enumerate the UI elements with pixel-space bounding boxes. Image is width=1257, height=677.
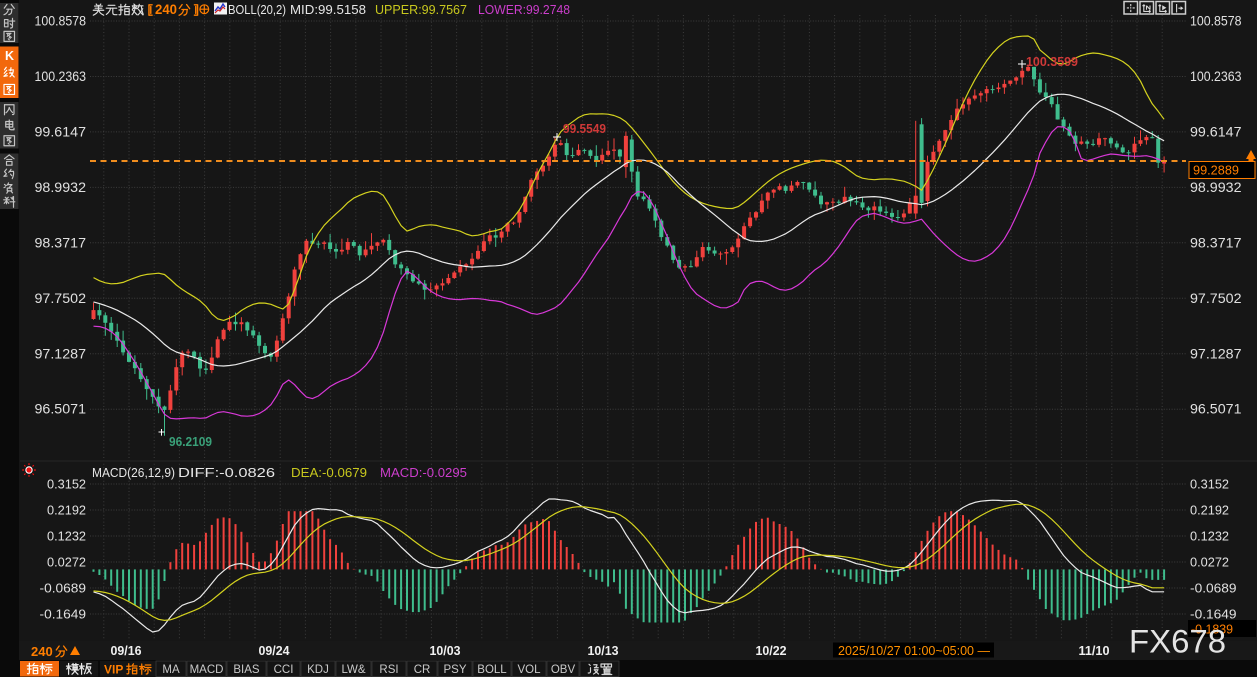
svg-text:MACD:-0.0295: MACD:-0.0295 xyxy=(380,465,467,480)
svg-text:LW&: LW& xyxy=(341,664,365,676)
svg-text:10/03: 10/03 xyxy=(430,643,461,658)
svg-text:MACD: MACD xyxy=(190,664,224,676)
svg-text:09/16: 09/16 xyxy=(111,643,142,658)
svg-text:2025/10/27 01:00~05:00 —: 2025/10/27 01:00~05:00 — xyxy=(838,643,990,658)
svg-text:-0.1649: -0.1649 xyxy=(1190,607,1237,622)
svg-text:BOLL: BOLL xyxy=(477,664,507,676)
svg-text:RSI: RSI xyxy=(379,664,398,676)
svg-text:BOLL(20,2): BOLL(20,2) xyxy=(228,2,286,17)
svg-text:99.6147: 99.6147 xyxy=(1190,124,1242,139)
svg-text:96.2109: 96.2109 xyxy=(169,434,212,449)
svg-text:DIFF:-0.0826: DIFF:-0.0826 xyxy=(178,465,275,480)
svg-text:96.5071: 96.5071 xyxy=(35,402,87,417)
svg-text:CR: CR xyxy=(414,664,431,676)
svg-text:99.6147: 99.6147 xyxy=(35,124,87,139)
svg-text:98.9932: 98.9932 xyxy=(1190,180,1242,195)
svg-text:100.3599: 100.3599 xyxy=(1026,54,1078,69)
svg-text:240: 240 xyxy=(31,644,53,659)
svg-text:KDJ: KDJ xyxy=(307,664,329,676)
svg-text:96.5071: 96.5071 xyxy=(1190,402,1242,417)
svg-text:0.1232: 0.1232 xyxy=(1190,529,1229,544)
svg-text:MID:99.5158: MID:99.5158 xyxy=(290,2,366,17)
svg-text:UPPER:99.7567: UPPER:99.7567 xyxy=(375,2,467,17)
svg-text:LOWER:99.2748: LOWER:99.2748 xyxy=(478,2,570,17)
svg-text:97.1287: 97.1287 xyxy=(1190,346,1242,361)
svg-text:98.3717: 98.3717 xyxy=(35,235,87,250)
svg-text:100.8578: 100.8578 xyxy=(1190,14,1242,29)
svg-text:100.2363: 100.2363 xyxy=(1190,69,1242,84)
svg-text:99.2889: 99.2889 xyxy=(1193,163,1239,178)
svg-text:97.7502: 97.7502 xyxy=(35,291,87,306)
svg-text:CCI: CCI xyxy=(274,664,294,676)
svg-text:11/10: 11/10 xyxy=(1079,643,1110,658)
svg-text:99.5549: 99.5549 xyxy=(563,121,606,136)
svg-text:VOL: VOL xyxy=(517,664,541,676)
svg-text:10/22: 10/22 xyxy=(756,643,787,658)
svg-text:-0.0689: -0.0689 xyxy=(40,581,87,596)
svg-text:100.8578: 100.8578 xyxy=(35,14,87,29)
svg-text:0.0272: 0.0272 xyxy=(47,555,86,570)
svg-text:PSY: PSY xyxy=(443,664,466,676)
svg-text:10/13: 10/13 xyxy=(588,643,619,658)
svg-text:DEA:-0.0679: DEA:-0.0679 xyxy=(291,465,367,480)
svg-text:0.0272: 0.0272 xyxy=(1190,555,1229,570)
svg-text:240: 240 xyxy=(155,2,177,17)
svg-text:MACD(26,12,9): MACD(26,12,9) xyxy=(92,465,175,480)
svg-text:97.1287: 97.1287 xyxy=(35,346,87,361)
svg-text:98.9932: 98.9932 xyxy=(35,180,87,195)
svg-text:MA: MA xyxy=(162,664,180,676)
svg-text:97.7502: 97.7502 xyxy=(1190,291,1242,306)
svg-text:FX678: FX678 xyxy=(1129,624,1226,660)
svg-text:98.3717: 98.3717 xyxy=(1190,235,1242,250)
svg-text:0.1232: 0.1232 xyxy=(47,529,86,544)
svg-text:0.2192: 0.2192 xyxy=(47,503,86,518)
svg-text:09/24: 09/24 xyxy=(259,643,291,658)
svg-text:BIAS: BIAS xyxy=(233,664,260,676)
svg-text:-0.0689: -0.0689 xyxy=(1190,581,1237,596)
svg-text:0.3152: 0.3152 xyxy=(47,477,86,492)
svg-text:0.2192: 0.2192 xyxy=(1190,503,1229,518)
svg-text:K: K xyxy=(5,49,14,63)
svg-text:OBV: OBV xyxy=(551,664,576,676)
svg-text:VIP: VIP xyxy=(104,663,123,677)
svg-text:-0.1649: -0.1649 xyxy=(40,607,87,622)
svg-text:100.2363: 100.2363 xyxy=(35,69,87,84)
svg-text:0.3152: 0.3152 xyxy=(1190,477,1229,492)
